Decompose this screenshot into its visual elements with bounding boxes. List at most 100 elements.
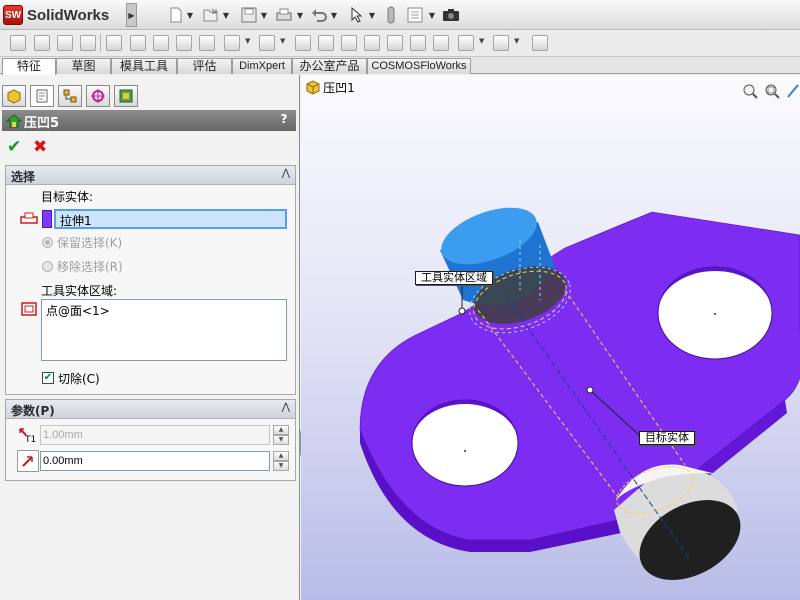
remove-selection-label: 移除选择(R) bbox=[57, 260, 123, 274]
feature-tree-root[interactable]: + 压凹1 bbox=[305, 79, 355, 96]
help-button[interactable]: ? bbox=[276, 112, 292, 128]
menu-expand-arrow[interactable]: ▶ bbox=[126, 3, 137, 27]
curve-dropdown-arrow[interactable]: ▼ bbox=[514, 37, 522, 53]
print-dropdown-arrow[interactable]: ▼ bbox=[296, 6, 304, 24]
feature-header: 压凹5 ? bbox=[2, 110, 296, 131]
selection-group-header[interactable]: 选择 ⋀ bbox=[6, 166, 295, 185]
spin-up-icon[interactable]: ▲ bbox=[273, 451, 289, 461]
indent-tool-icon[interactable] bbox=[387, 35, 403, 51]
deform-tool-icon[interactable] bbox=[364, 35, 380, 51]
curve-tool-icon[interactable] bbox=[493, 35, 509, 51]
new-dropdown-arrow[interactable]: ▼ bbox=[186, 6, 194, 24]
parameters-group-header[interactable]: 参数(P) ⋀ bbox=[6, 400, 295, 419]
thickness-spinner[interactable]: ▲ ▼ bbox=[273, 425, 289, 445]
property-manager-tab-icon[interactable] bbox=[30, 85, 54, 107]
wrap-tool-icon[interactable] bbox=[224, 35, 240, 51]
move-tool-icon[interactable] bbox=[34, 35, 50, 51]
model-canvas[interactable] bbox=[301, 75, 800, 600]
right-hole-center bbox=[714, 313, 716, 315]
keep-selection-label: 保留选择(K) bbox=[57, 236, 123, 250]
pattern-tool-icon[interactable] bbox=[259, 35, 275, 51]
clearance-input[interactable]: 0.00mm bbox=[40, 451, 270, 471]
rib-tool-icon[interactable] bbox=[176, 35, 192, 51]
tab-dimxpert[interactable]: DimXpert bbox=[232, 58, 292, 74]
undo-dropdown-arrow[interactable]: ▼ bbox=[330, 6, 338, 24]
tab-sketch[interactable]: 草图 bbox=[56, 58, 111, 74]
collapse-chevron-icon[interactable]: ⋀ bbox=[282, 168, 290, 179]
mirror-tool-icon[interactable] bbox=[295, 35, 311, 51]
wrap-dropdown-arrow[interactable]: ▼ bbox=[245, 37, 253, 53]
collapse-chevron-icon[interactable]: ⋀ bbox=[282, 402, 290, 413]
zoom-to-fit-icon[interactable] bbox=[742, 83, 760, 101]
chamfer-tool-icon[interactable] bbox=[153, 35, 169, 51]
app-name: SolidWorks bbox=[27, 6, 110, 24]
cancel-button[interactable]: ✖ bbox=[33, 138, 51, 156]
target-body-label: 目标实体: bbox=[41, 190, 94, 204]
tab-office-products[interactable]: 办公室产品 bbox=[292, 58, 367, 74]
feature-toolbar: ▼ ▼ ▼ ▼ bbox=[0, 31, 800, 57]
solidworks-logo[interactable]: SW SolidWorks bbox=[3, 4, 109, 26]
parameters-group-title: 参数(P) bbox=[11, 404, 55, 418]
select-cursor-icon[interactable] bbox=[348, 6, 364, 24]
dimxpert-manager-tab-icon[interactable] bbox=[86, 85, 110, 107]
shell-tool-icon[interactable] bbox=[106, 35, 122, 51]
tool-callout-anchor[interactable] bbox=[458, 307, 466, 315]
print-icon[interactable] bbox=[274, 6, 294, 24]
freeform-tool-icon[interactable] bbox=[341, 35, 357, 51]
configuration-manager-tab-icon[interactable] bbox=[58, 85, 82, 107]
save-icon[interactable] bbox=[240, 6, 258, 24]
fillet-tool-icon[interactable] bbox=[130, 35, 146, 51]
spin-up-icon[interactable]: ▲ bbox=[273, 425, 289, 435]
graphics-viewport[interactable]: + 压凹1 工具实体区域 目标实体 bbox=[301, 75, 800, 600]
display-manager-tab-icon[interactable] bbox=[114, 85, 138, 107]
tool-region-callout[interactable]: 工具实体区域 bbox=[415, 271, 493, 285]
tab-mold-tools[interactable]: 模具工具 bbox=[111, 58, 177, 74]
reference-geometry-icon[interactable] bbox=[458, 35, 474, 51]
target-body-icon bbox=[18, 208, 40, 230]
keep-selection-radio[interactable] bbox=[42, 237, 53, 248]
tab-cosmos-floworks[interactable]: COSMOSFloWorks bbox=[367, 58, 471, 74]
open-dropdown-arrow[interactable]: ▼ bbox=[222, 6, 230, 24]
select-dropdown-arrow[interactable]: ▼ bbox=[368, 6, 376, 24]
target-callout-anchor[interactable] bbox=[586, 386, 594, 394]
toolbar-separator bbox=[100, 34, 101, 52]
new-document-icon[interactable] bbox=[168, 6, 184, 24]
tool-region-value: 点@面<1> bbox=[46, 304, 110, 318]
draft-tool-icon[interactable] bbox=[199, 35, 215, 51]
clearance-spinner[interactable]: ▲ ▼ bbox=[273, 451, 289, 471]
pattern-dropdown-arrow[interactable]: ▼ bbox=[280, 37, 288, 53]
rebuild-icon[interactable] bbox=[384, 6, 398, 24]
thickness-input[interactable]: 1.00mm bbox=[40, 425, 270, 445]
loft-tool-icon[interactable] bbox=[80, 35, 96, 51]
spin-down-icon[interactable]: ▼ bbox=[273, 461, 289, 471]
spin-down-icon[interactable]: ▼ bbox=[273, 435, 289, 445]
instant3d-tool-icon[interactable] bbox=[532, 35, 548, 51]
target-body-callout[interactable]: 目标实体 bbox=[639, 431, 695, 445]
cut-checkbox[interactable]: ✔ bbox=[42, 372, 54, 384]
save-dropdown-arrow[interactable]: ▼ bbox=[260, 6, 268, 24]
revolve-tool-icon[interactable] bbox=[57, 35, 73, 51]
view-orientation-icon[interactable] bbox=[786, 83, 800, 101]
camera-icon[interactable] bbox=[441, 6, 461, 24]
open-icon[interactable] bbox=[202, 6, 220, 24]
file-properties-icon[interactable] bbox=[406, 6, 424, 24]
ok-button[interactable]: ✔ bbox=[7, 138, 25, 156]
properties-dropdown-arrow[interactable]: ▼ bbox=[428, 6, 436, 24]
tab-evaluate[interactable]: 评估 bbox=[177, 58, 232, 74]
reverse-direction-button[interactable] bbox=[17, 450, 39, 472]
property-manager-panel: 压凹5 ? ✔ ✖ 选择 ⋀ 目标实体: 拉伸1 保留选择(K) 移除选择(R)… bbox=[0, 75, 300, 600]
dome-tool-icon[interactable] bbox=[318, 35, 334, 51]
title-bar: SW SolidWorks ▶ ▼ ▼ ▼ ▼ ▼ ▼ ▼ bbox=[0, 0, 800, 30]
remove-selection-radio[interactable] bbox=[42, 261, 53, 272]
command-manager-tabs: 特征 草图 模具工具 评估 DimXpert 办公室产品 COSMOSFloWo… bbox=[0, 57, 800, 75]
undo-icon[interactable] bbox=[310, 6, 328, 24]
curves-tool-icon[interactable] bbox=[433, 35, 449, 51]
zoom-to-area-icon[interactable] bbox=[764, 83, 782, 101]
flex-tool-icon[interactable] bbox=[410, 35, 426, 51]
tool-region-list[interactable]: 点@面<1> bbox=[41, 299, 287, 361]
reference-dropdown-arrow[interactable]: ▼ bbox=[479, 37, 487, 53]
tab-features[interactable]: 特征 bbox=[2, 58, 56, 75]
sketch-tool-icon[interactable] bbox=[10, 35, 26, 51]
feature-manager-tab-icon[interactable] bbox=[2, 85, 26, 107]
target-body-field[interactable]: 拉伸1 bbox=[54, 209, 287, 229]
